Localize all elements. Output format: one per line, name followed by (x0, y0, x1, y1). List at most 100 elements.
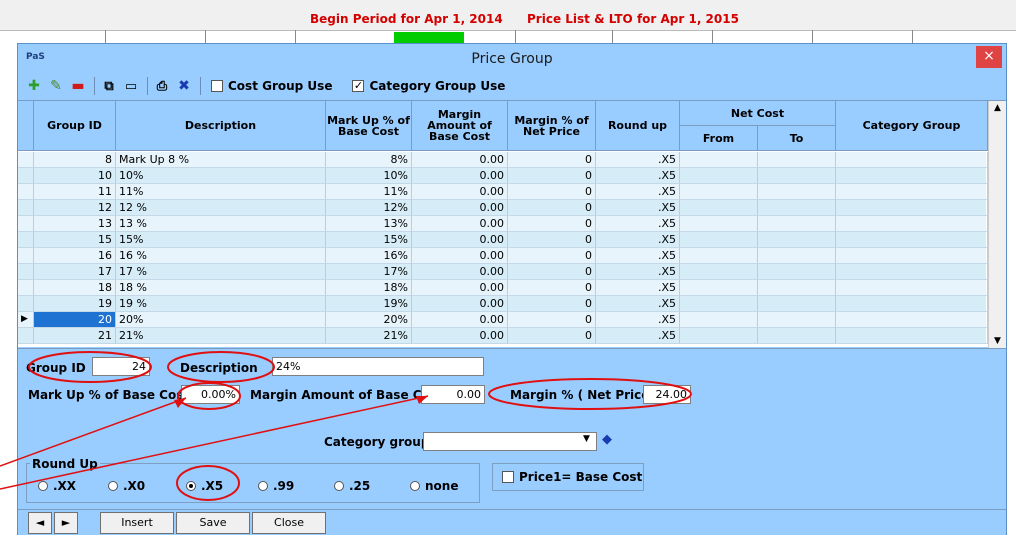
table-row[interactable]: 18 18 % 18% 0.00 0 .X5 (18, 280, 988, 296)
delete-icon[interactable]: ▬ (68, 76, 88, 96)
table-cell[interactable] (836, 264, 988, 280)
margin-pct-input[interactable]: 24.00 (643, 385, 691, 404)
round-option[interactable]: .X5 (186, 479, 223, 493)
table-cell[interactable] (680, 232, 758, 248)
table-cell[interactable]: 8% (326, 152, 412, 168)
table-cell[interactable]: 12 % (116, 200, 326, 216)
lookup-icon[interactable]: ◆ (602, 432, 612, 447)
table-cell[interactable]: 17 (34, 264, 116, 280)
row-selector[interactable] (18, 328, 34, 344)
table-cell[interactable]: 18 % (116, 280, 326, 296)
table-cell[interactable]: 12% (326, 200, 412, 216)
table-cell[interactable] (758, 168, 836, 184)
radio-button[interactable] (186, 481, 196, 491)
edit-icon[interactable]: ✎ (46, 76, 66, 96)
table-cell[interactable]: 0.00 (412, 216, 508, 232)
table-cell[interactable]: 19% (326, 296, 412, 312)
table-cell[interactable]: 17 % (116, 264, 326, 280)
table-cell[interactable]: 11% (326, 184, 412, 200)
row-selector[interactable] (18, 168, 34, 184)
table-cell[interactable] (836, 200, 988, 216)
table-cell[interactable] (836, 296, 988, 312)
print-icon[interactable]: ⎙ (152, 76, 172, 96)
table-cell[interactable]: 10 (34, 168, 116, 184)
radio-button[interactable] (410, 481, 420, 491)
table-cell[interactable]: 20% (116, 312, 326, 328)
table-cell[interactable] (836, 248, 988, 264)
table-cell[interactable]: 13 (34, 216, 116, 232)
add-icon[interactable]: ✚ (24, 76, 44, 96)
table-cell[interactable] (680, 200, 758, 216)
scroll-down-icon[interactable]: ▼ (989, 336, 1006, 346)
row-selector[interactable] (18, 152, 34, 168)
table-row[interactable]: 21 21% 21% 0.00 0 .X5 (18, 328, 988, 344)
description-input[interactable]: 24% (272, 357, 484, 376)
row-selector[interactable] (18, 280, 34, 296)
table-row[interactable]: 10 10% 10% 0.00 0 .X5 (18, 168, 988, 184)
table-row[interactable]: 8 Mark Up 8 % 8% 0.00 0 .X5 (18, 152, 988, 168)
save-button[interactable]: Save (176, 512, 250, 534)
table-cell[interactable] (836, 184, 988, 200)
table-cell[interactable] (836, 152, 988, 168)
col-category-group[interactable]: Category Group (836, 101, 988, 151)
table-cell[interactable]: 0 (508, 152, 596, 168)
col-net-cost-from[interactable]: From (680, 126, 758, 151)
row-selector[interactable] (18, 200, 34, 216)
table-cell[interactable] (758, 200, 836, 216)
preview-icon[interactable]: ⧉ (99, 76, 119, 96)
table-cell[interactable]: .X5 (596, 184, 680, 200)
row-selector[interactable] (18, 296, 34, 312)
insert-button[interactable]: Insert (100, 512, 174, 534)
col-markup[interactable]: Mark Up % of Base Cost (326, 101, 412, 151)
table-cell[interactable]: 0.00 (412, 200, 508, 216)
category-group-select[interactable] (423, 432, 597, 451)
table-cell[interactable] (836, 216, 988, 232)
table-cell[interactable]: 18 (34, 280, 116, 296)
table-cell[interactable]: 16 % (116, 248, 326, 264)
table-cell[interactable]: 0 (508, 312, 596, 328)
row-selector[interactable] (18, 232, 34, 248)
table-cell[interactable]: .X5 (596, 232, 680, 248)
table-row[interactable]: 13 13 % 13% 0.00 0 .X5 (18, 216, 988, 232)
table-cell[interactable]: 20 (34, 312, 116, 328)
table-cell[interactable]: 0 (508, 168, 596, 184)
table-cell[interactable]: .X5 (596, 216, 680, 232)
table-cell[interactable]: 13% (326, 216, 412, 232)
table-cell[interactable]: 15% (116, 232, 326, 248)
table-cell[interactable]: 15% (326, 232, 412, 248)
row-selector[interactable] (18, 184, 34, 200)
category-group-checkbox[interactable]: ✓ (352, 80, 365, 92)
table-cell[interactable]: 0.00 (412, 312, 508, 328)
close-button[interactable]: Close (252, 512, 326, 534)
table-cell[interactable] (836, 232, 988, 248)
table-cell[interactable]: .X5 (596, 296, 680, 312)
table-cell[interactable]: 15 (34, 232, 116, 248)
dropdown-arrow-icon[interactable]: ▼ (583, 434, 590, 444)
col-net-cost-to[interactable]: To (758, 126, 836, 151)
table-scrollbar[interactable]: ▲ ▼ (988, 101, 1006, 348)
table-row[interactable]: ▶ 20 20% 20% 0.00 0 .X5 (18, 312, 988, 328)
table-cell[interactable]: 0.00 (412, 296, 508, 312)
table-cell[interactable] (758, 216, 836, 232)
table-cell[interactable]: 10% (116, 168, 326, 184)
table-cell[interactable]: 11% (116, 184, 326, 200)
round-option[interactable]: .99 (258, 479, 294, 493)
table-cell[interactable] (758, 280, 836, 296)
col-net-cost[interactable]: Net Cost (680, 101, 836, 126)
table-cell[interactable] (758, 232, 836, 248)
table-cell[interactable] (680, 168, 758, 184)
table-cell[interactable]: 13 % (116, 216, 326, 232)
table-cell[interactable] (758, 152, 836, 168)
table-cell[interactable] (758, 328, 836, 344)
table-cell[interactable]: .X5 (596, 328, 680, 344)
row-selector[interactable] (18, 216, 34, 232)
category-group-use-toggle[interactable]: ✓ Category Group Use (352, 79, 505, 93)
table-cell[interactable] (680, 312, 758, 328)
price1-checkbox[interactable] (502, 471, 514, 483)
scroll-up-icon[interactable]: ▲ (989, 101, 1006, 113)
table-cell[interactable]: .X5 (596, 152, 680, 168)
prev-record-button[interactable]: ◄ (28, 512, 52, 534)
table-cell[interactable]: .X5 (596, 264, 680, 280)
table-cell[interactable] (758, 184, 836, 200)
table-cell[interactable]: 0 (508, 328, 596, 344)
